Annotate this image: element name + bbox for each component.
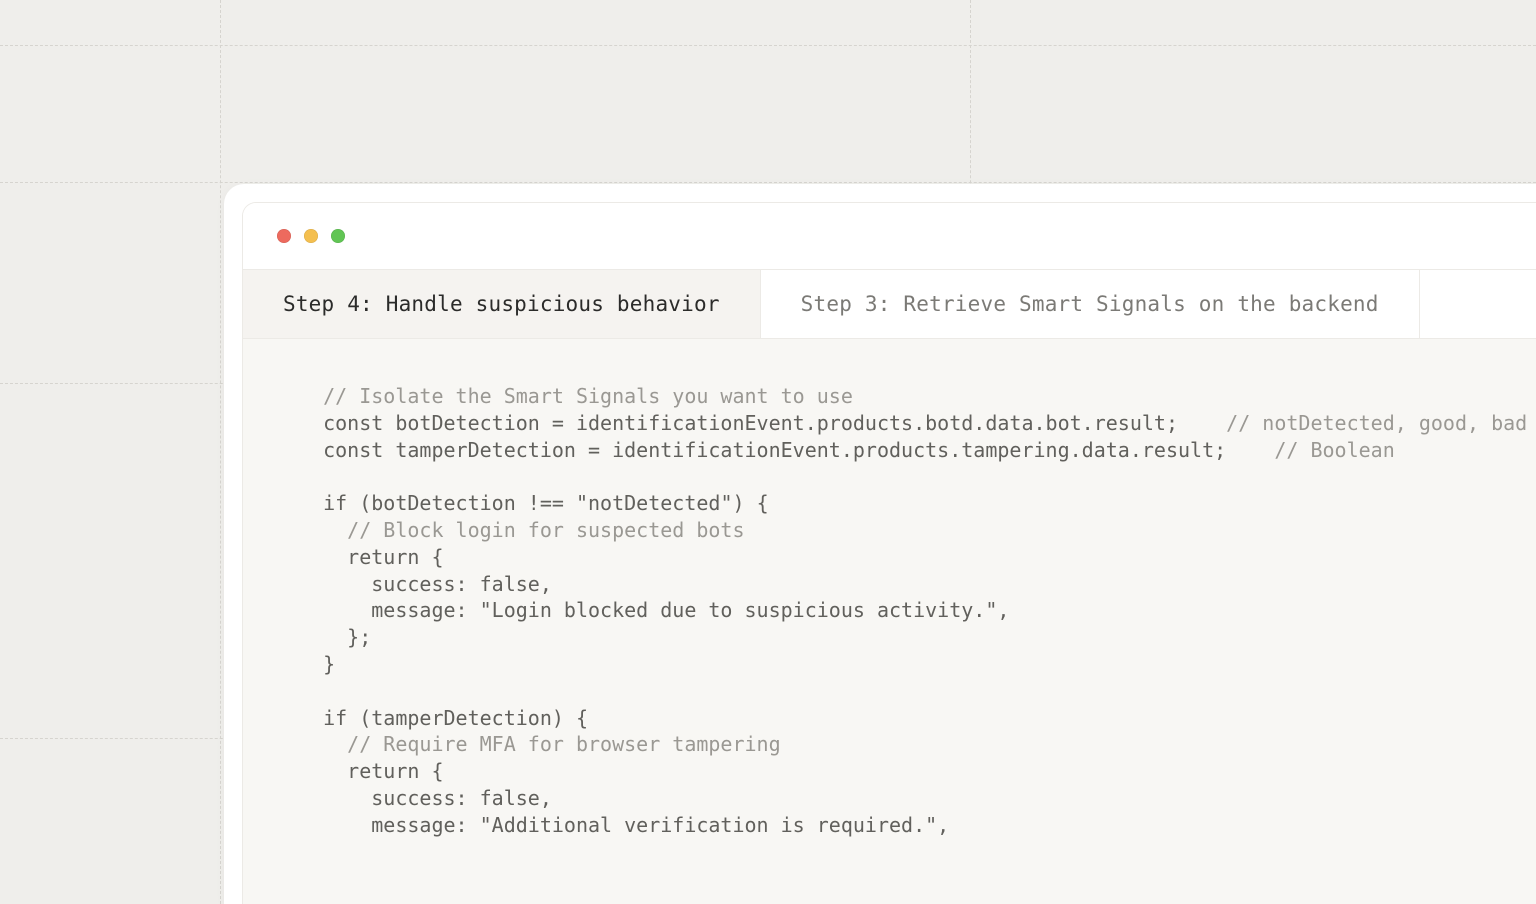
grid-line-v (220, 0, 221, 904)
code-line: const tamperDetection = identificationEv… (299, 438, 1226, 462)
code-line: return { (299, 545, 444, 569)
grid-line-h (0, 182, 1536, 183)
grid-line-h (0, 45, 1536, 46)
code-line: message: "Login blocked due to suspiciou… (299, 598, 1009, 622)
code-line: message: "Additional verification is req… (299, 813, 949, 837)
code-line: "notDetected") { (564, 491, 769, 515)
not-equal-operator: !== (528, 491, 564, 515)
close-icon[interactable] (277, 229, 291, 243)
editor-window: Step 4: Handle suspicious behavior Step … (242, 202, 1536, 904)
code-line: }; (299, 625, 371, 649)
code-editor[interactable]: // Isolate the Smart Signals you want to… (243, 339, 1536, 904)
code-comment: // Boolean (1250, 438, 1395, 462)
titlebar (243, 203, 1536, 269)
minimize-icon[interactable] (304, 229, 318, 243)
code-line: if (botDetection (299, 491, 528, 515)
code-line: // Isolate the Smart Signals you want to… (299, 384, 853, 408)
outer-window: Step 4: Handle suspicious behavior Step … (224, 184, 1536, 904)
maximize-icon[interactable] (331, 229, 345, 243)
code-comment: // notDetected, good, bad (1202, 411, 1527, 435)
code-comment: // Require MFA for browser tampering (299, 732, 781, 756)
code-line: } (299, 652, 335, 676)
tabs: Step 4: Handle suspicious behavior Step … (243, 269, 1536, 339)
code-line: success: false, (299, 786, 552, 810)
code-line: if (tamperDetection) { (299, 706, 588, 730)
code-line: success: false, (299, 572, 552, 596)
tab-step-3[interactable]: Step 3: Retrieve Smart Signals on the ba… (761, 270, 1420, 338)
tab-step-4[interactable]: Step 4: Handle suspicious behavior (243, 270, 761, 338)
code-comment: // Block login for suspected bots (299, 518, 745, 542)
code-line: const botDetection = identificationEvent… (299, 411, 1178, 435)
code-line: return { (299, 759, 444, 783)
